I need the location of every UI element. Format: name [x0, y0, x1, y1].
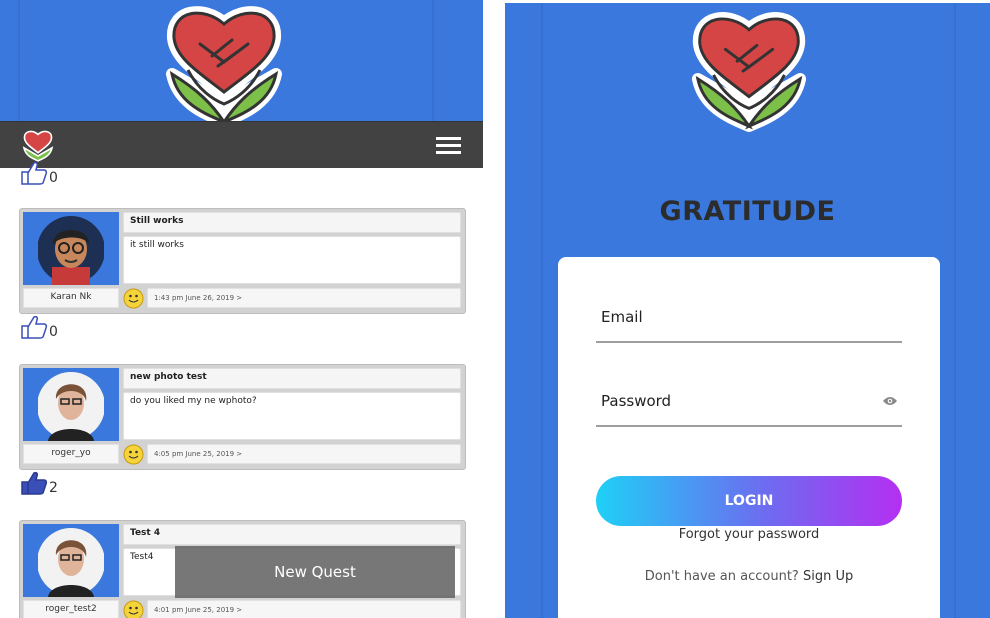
avatar — [23, 368, 119, 441]
forgot-password-link[interactable]: Forgot your password — [558, 527, 940, 542]
post-card[interactable]: new photo test do you liked my ne wphoto… — [19, 364, 466, 470]
post-title: new photo test — [123, 368, 461, 389]
post-card[interactable]: Still works it still works Karan Nk 1:43… — [19, 208, 466, 314]
post-body: do you liked my ne wphoto? — [123, 392, 461, 440]
post-body: it still works — [123, 236, 461, 284]
thumbs-up-icon[interactable] — [20, 160, 48, 186]
login-card: LOGIN Forgot your password Don't have an… — [558, 257, 940, 618]
new-quest-button[interactable]: New Quest — [175, 546, 455, 598]
password-field-wrapper — [596, 381, 902, 427]
avatar — [23, 212, 119, 285]
like-row: 0 — [20, 314, 58, 340]
navbar — [0, 121, 483, 168]
smiley-icon — [123, 444, 144, 465]
like-count: 2 — [49, 480, 58, 496]
handshake-logo-icon — [691, 12, 807, 133]
banner-divider — [18, 0, 20, 121]
like-row: 2 — [20, 470, 58, 496]
avatar — [23, 524, 119, 597]
like-count: 0 — [49, 170, 58, 186]
signup-row: Don't have an account? Sign Up — [558, 569, 940, 584]
signup-link[interactable]: Sign Up — [803, 569, 853, 584]
password-field[interactable] — [596, 381, 871, 421]
email-field[interactable] — [596, 297, 871, 337]
handshake-logo-icon[interactable] — [20, 129, 56, 163]
like-count: 0 — [49, 324, 58, 340]
smiley-icon — [123, 288, 144, 309]
eye-icon[interactable] — [882, 395, 898, 407]
post-timestamp-link[interactable]: 4:05 pm June 25, 2019 > — [147, 444, 461, 464]
thumbs-up-icon[interactable] — [20, 470, 48, 496]
banner-divider — [432, 0, 434, 121]
post-timestamp-link[interactable]: 4:01 pm June 25, 2019 > — [147, 600, 461, 618]
feed-panel: 0 Still works it still works Karan Nk 1:… — [0, 0, 483, 618]
hamburger-menu-icon[interactable] — [436, 137, 461, 154]
post-title: Still works — [123, 212, 461, 233]
panel-divider — [541, 3, 543, 618]
like-row: 0 — [20, 160, 58, 186]
post-username[interactable]: Karan Nk — [23, 288, 119, 308]
login-button[interactable]: LOGIN — [596, 476, 902, 526]
handshake-logo-icon — [166, 6, 282, 128]
signup-prompt: Don't have an account? — [644, 569, 799, 584]
email-field-wrapper — [596, 297, 902, 343]
login-panel: GRATITUDE LOGIN Forgot your password Don… — [505, 0, 990, 618]
post-title: Test 4 — [123, 524, 461, 545]
post-username[interactable]: roger_yo — [23, 444, 119, 464]
thumbs-up-icon[interactable] — [20, 314, 48, 340]
panel-divider — [954, 3, 956, 618]
panel-top-edge — [505, 0, 990, 3]
smiley-icon — [123, 600, 144, 618]
post-timestamp-link[interactable]: 1:43 pm June 26, 2019 > — [147, 288, 461, 308]
app-title: GRATITUDE — [659, 196, 836, 227]
post-username[interactable]: roger_test2 — [23, 600, 119, 618]
